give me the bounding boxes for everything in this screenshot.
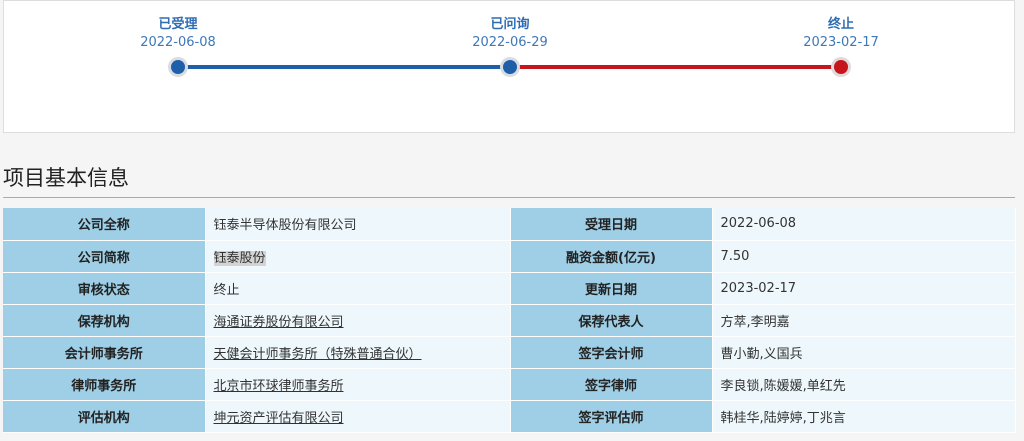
review-status: 终止 xyxy=(205,272,511,305)
field-label: 会计师事务所 xyxy=(3,336,206,369)
update-date: 2023-02-17 xyxy=(712,272,1016,305)
accounting-firm-cell: 天健会计师事务所（特殊普通合伙） xyxy=(205,336,511,369)
field-label: 公司简称 xyxy=(3,240,206,273)
sponsor-cell: 海通证券股份有限公司 xyxy=(205,304,511,337)
field-label: 签字律师 xyxy=(510,368,713,401)
timeline-stage-date: 2022-06-08 xyxy=(140,35,216,50)
appraisal-firm-cell: 坤元资产评估有限公司 xyxy=(205,400,511,433)
field-label: 公司全称 xyxy=(3,208,206,241)
signing-appraisers: 韩桂华,陆婷婷,丁兆言 xyxy=(712,400,1016,433)
field-label: 评估机构 xyxy=(3,400,206,433)
law-firm-link[interactable]: 北京市环球律师事务所 xyxy=(214,379,344,394)
section-divider xyxy=(3,197,1015,198)
company-full-name: 钰泰半导体股份有限公司 xyxy=(205,208,511,241)
law-firm-cell: 北京市环球律师事务所 xyxy=(205,368,511,401)
sponsor-link[interactable]: 海通证券股份有限公司 xyxy=(214,315,344,330)
financing-amount: 7.50 xyxy=(712,240,1016,273)
accept-date: 2022-06-08 xyxy=(712,208,1016,241)
timeline-label-inquired: 已问询 2022-06-29 xyxy=(440,17,580,51)
table-row: 公司全称 钰泰半导体股份有限公司 受理日期 2022-06-08 xyxy=(3,208,1016,241)
table-row: 评估机构 坤元资产评估有限公司 签字评估师 韩桂华,陆婷婷,丁兆言 xyxy=(3,400,1016,433)
table-row: 公司简称 钰泰股份 融资金额(亿元) 7.50 xyxy=(3,240,1016,273)
timeline-segment-terminated xyxy=(512,65,843,69)
timeline-label-terminated: 终止 2023-02-17 xyxy=(771,17,911,51)
field-label: 融资金额(亿元) xyxy=(510,240,713,273)
timeline-stage-name: 已受理 xyxy=(158,17,198,32)
progress-timeline: 已受理 2022-06-08 已问询 2022-06-29 终止 2023-02… xyxy=(3,0,1015,133)
table-row: 会计师事务所 天健会计师事务所（特殊普通合伙） 签字会计师 曹小勤,义国兵 xyxy=(3,336,1016,369)
company-short-name: 钰泰股份 xyxy=(213,250,266,266)
sponsor-representatives: 方萃,李明嘉 xyxy=(712,304,1016,337)
field-label: 签字会计师 xyxy=(510,336,713,369)
table-row: 审核状态 终止 更新日期 2023-02-17 xyxy=(3,272,1016,305)
timeline-node-accepted xyxy=(171,60,185,74)
timeline-stage-name: 已问询 xyxy=(490,17,530,32)
field-label: 更新日期 xyxy=(510,272,713,305)
field-label: 审核状态 xyxy=(3,272,206,305)
signing-lawyers: 李良锁,陈媛媛,单红先 xyxy=(712,368,1016,401)
field-label: 保荐代表人 xyxy=(510,304,713,337)
timeline-node-inquired xyxy=(503,60,517,74)
field-label: 受理日期 xyxy=(510,208,713,241)
timeline-label-accepted: 已受理 2022-06-08 xyxy=(108,17,248,51)
signing-accountants: 曹小勤,义国兵 xyxy=(712,336,1016,369)
company-short-name-cell: 钰泰股份 xyxy=(205,240,511,273)
project-info-table: 公司全称 钰泰半导体股份有限公司 受理日期 2022-06-08 公司简称 钰泰… xyxy=(3,208,1016,433)
section-title: 项目基本信息 xyxy=(3,166,129,190)
table-row: 保荐机构 海通证券股份有限公司 保荐代表人 方萃,李明嘉 xyxy=(3,304,1016,337)
field-label: 签字评估师 xyxy=(510,400,713,433)
timeline-node-terminated xyxy=(834,60,848,74)
appraisal-firm-link[interactable]: 坤元资产评估有限公司 xyxy=(214,411,344,426)
table-row: 律师事务所 北京市环球律师事务所 签字律师 李良锁,陈媛媛,单红先 xyxy=(3,368,1016,401)
timeline-segment-completed xyxy=(180,65,512,69)
field-label: 保荐机构 xyxy=(3,304,206,337)
accounting-firm-link[interactable]: 天健会计师事务所（特殊普通合伙） xyxy=(214,347,422,362)
timeline-stage-date: 2022-06-29 xyxy=(472,35,548,50)
field-label: 律师事务所 xyxy=(3,368,206,401)
timeline-stage-name: 终止 xyxy=(827,17,854,32)
timeline-stage-date: 2023-02-17 xyxy=(803,35,879,50)
